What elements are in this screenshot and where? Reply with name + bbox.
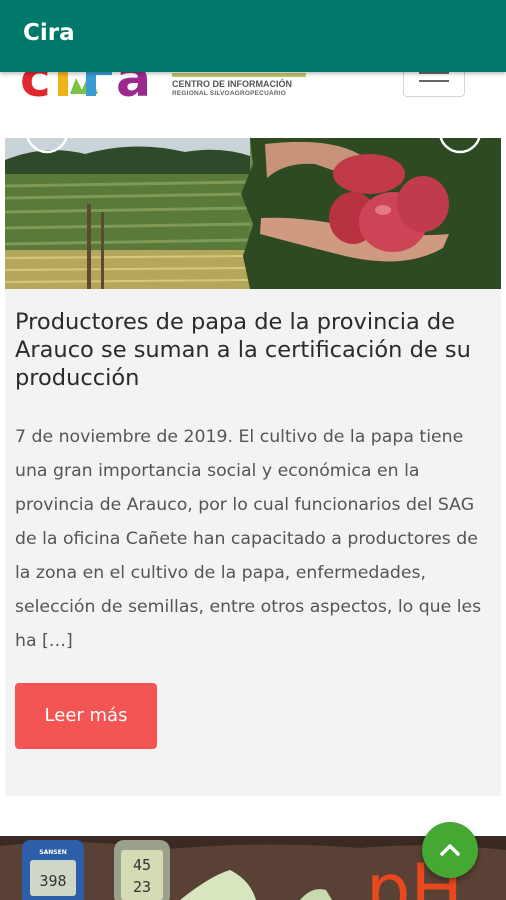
- meter1-value: 398: [39, 872, 66, 890]
- app-title: Cira: [23, 20, 75, 46]
- logo-letter-a: a: [116, 72, 151, 102]
- meter1-brand: SANSEN: [39, 849, 66, 856]
- site-header: c a CENTRO DE INFORMACIÓN REGIONAL SILVO…: [0, 72, 506, 138]
- hamburger-menu-button[interactable]: [403, 72, 465, 97]
- article-image[interactable]: [5, 138, 501, 289]
- read-more-button[interactable]: Leer más: [15, 683, 157, 749]
- chevron-up-icon: [440, 844, 460, 856]
- meter2-bottom: 23: [133, 878, 151, 896]
- scroll-to-top-button[interactable]: [422, 822, 478, 878]
- logo-line-1: CENTRO DE INFORMACIÓN: [172, 79, 292, 89]
- article-title[interactable]: Productores de papa de la provincia de A…: [15, 308, 495, 392]
- logo-letter-c: c: [20, 72, 51, 102]
- hamburger-icon: [419, 72, 449, 74]
- meter2-top: 45: [133, 856, 151, 874]
- logo-line-2: REGIONAL SILVOAGROPECUARIO: [172, 90, 287, 97]
- logo-letter-i: [58, 72, 68, 96]
- logo-subtitle: CENTRO DE INFORMACIÓN REGIONAL SILVOAGRO…: [172, 73, 306, 98]
- logo-letter-r: [86, 72, 96, 96]
- article-card: Productores de papa de la provincia de A…: [5, 138, 501, 796]
- cira-logo[interactable]: c a: [20, 72, 162, 102]
- article-excerpt: 7 de noviembre de 2019. El cultivo de la…: [15, 427, 482, 651]
- app-bar: Cira: [0, 0, 506, 72]
